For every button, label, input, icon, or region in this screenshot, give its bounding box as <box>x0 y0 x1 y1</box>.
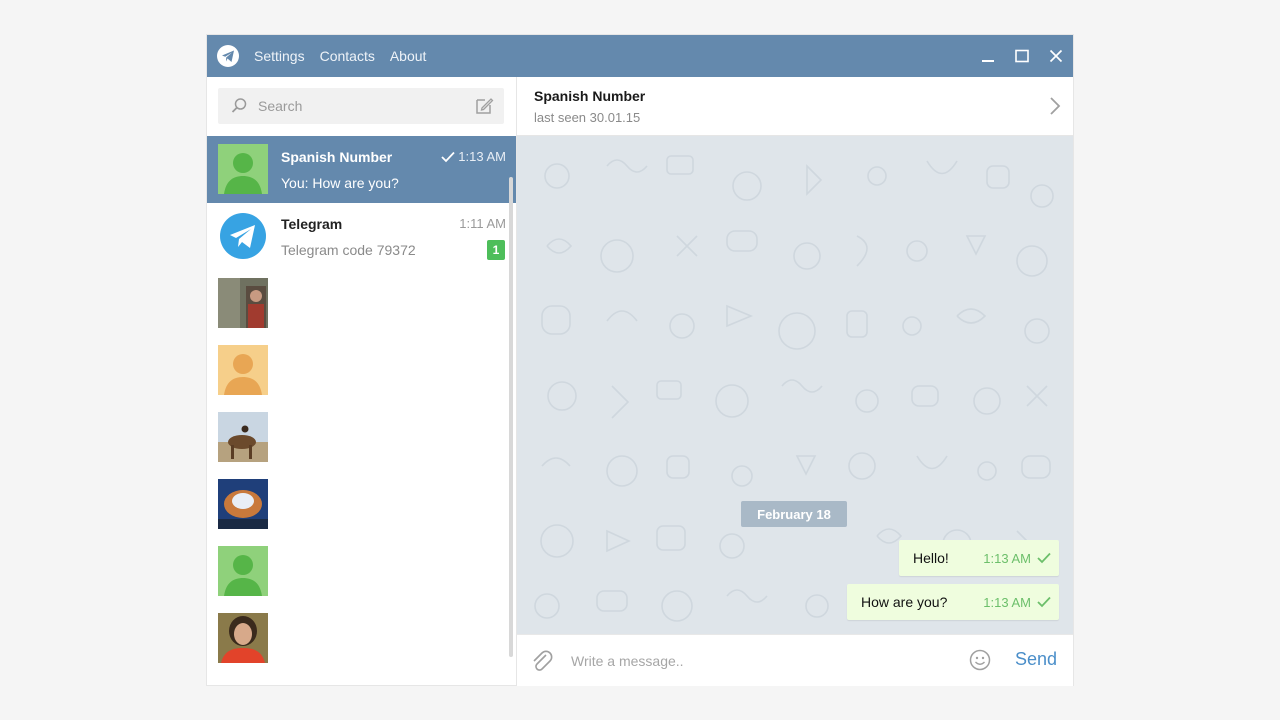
chat-row[interactable] <box>207 337 516 404</box>
chat-row-spanish-number[interactable]: Spanish Number 1:13 AM You: How are you? <box>207 136 516 203</box>
chat-list-scrollbar[interactable] <box>509 177 513 657</box>
chat-time: 1:11 AM <box>459 216 506 231</box>
chat-row-telegram[interactable]: Telegram 1:11 AM Telegram code 79372 1 <box>207 203 516 270</box>
telegram-logo-icon <box>217 45 239 67</box>
chat-row[interactable] <box>207 404 516 471</box>
photo-avatar <box>218 278 268 328</box>
chat-row[interactable] <box>207 270 516 337</box>
photo-avatar <box>218 613 268 663</box>
chat-time: 1:13 AM <box>441 149 506 164</box>
close-button[interactable] <box>1039 35 1073 77</box>
avatar <box>218 144 268 194</box>
chat-row[interactable] <box>207 605 516 672</box>
peer-status: last seen 30.01.15 <box>534 110 641 125</box>
title-bar: Settings Contacts About <box>207 35 1073 77</box>
message-composer: Send <box>517 634 1073 686</box>
user-silhouette-icon <box>218 546 268 596</box>
chat-preview: Telegram code 79372 <box>281 242 416 258</box>
avatar <box>218 345 268 395</box>
avatar <box>218 613 268 663</box>
outgoing-message[interactable]: Hello! 1:13 AM <box>899 540 1059 576</box>
minimize-icon <box>982 60 994 62</box>
close-icon <box>1049 49 1063 63</box>
chevron-right-icon[interactable] <box>1049 96 1061 116</box>
menu-contacts[interactable]: Contacts <box>320 48 375 64</box>
maximize-icon <box>1015 49 1029 63</box>
avatar <box>218 412 268 462</box>
read-check-icon <box>1037 596 1051 608</box>
search-input[interactable] <box>256 97 460 115</box>
menu-about[interactable]: About <box>390 48 427 64</box>
message-text: How are you? <box>861 594 948 610</box>
photo-avatar <box>218 412 268 462</box>
outgoing-message[interactable]: How are you? 1:13 AM <box>847 584 1059 620</box>
peer-name: Spanish Number <box>534 88 646 104</box>
chat-sidebar: Spanish Number 1:13 AM You: How are you?… <box>207 77 517 685</box>
compose-icon[interactable] <box>474 96 494 116</box>
search-box[interactable] <box>218 88 504 124</box>
emoji-icon[interactable] <box>969 649 991 671</box>
user-silhouette-icon <box>218 144 268 194</box>
minimize-button[interactable] <box>971 35 1005 77</box>
message-time-label: 1:13 AM <box>983 550 1031 566</box>
avatar <box>218 479 268 529</box>
message-input[interactable] <box>569 651 943 670</box>
chat-row[interactable] <box>207 538 516 605</box>
maximize-button[interactable] <box>1005 35 1039 77</box>
menu-settings[interactable]: Settings <box>254 48 305 64</box>
chat-preview: You: How are you? <box>281 175 399 191</box>
message-time-label: 1:13 AM <box>983 594 1031 610</box>
search-area <box>207 77 516 135</box>
chat-list: Spanish Number 1:13 AM You: How are you?… <box>207 136 516 672</box>
telegram-logo-icon <box>220 213 266 259</box>
avatar <box>218 211 268 261</box>
message-time: 1:13 AM <box>983 551 1051 566</box>
message-text: Hello! <box>913 550 949 566</box>
app-window: Settings Contacts About Search Spanish N… <box>207 35 1073 686</box>
paperclip-icon[interactable] <box>531 649 553 673</box>
chat-name: Telegram <box>281 216 343 232</box>
avatar <box>218 546 268 596</box>
conversation-pane: Spanish Number last seen 30.01.15 Februa… <box>517 77 1073 686</box>
unread-badge: 1 <box>487 240 505 260</box>
search-icon <box>231 98 247 113</box>
read-check-icon <box>1037 552 1051 564</box>
user-silhouette-icon <box>218 345 268 395</box>
window-controls <box>971 35 1073 77</box>
message-time: 1:13 AM <box>983 595 1051 610</box>
photo-avatar <box>218 479 268 529</box>
chat-time-label: 1:13 AM <box>458 149 506 164</box>
message-area: February 18 Hello! 1:13 AM How are you? … <box>517 136 1073 634</box>
date-separator: February 18 <box>741 501 847 527</box>
chat-header[interactable]: Spanish Number last seen 30.01.15 <box>517 77 1073 136</box>
avatar <box>218 278 268 328</box>
send-button[interactable]: Send <box>1015 649 1057 670</box>
sent-check-icon <box>441 151 455 162</box>
chat-row[interactable] <box>207 471 516 538</box>
chat-name: Spanish Number <box>281 149 393 165</box>
